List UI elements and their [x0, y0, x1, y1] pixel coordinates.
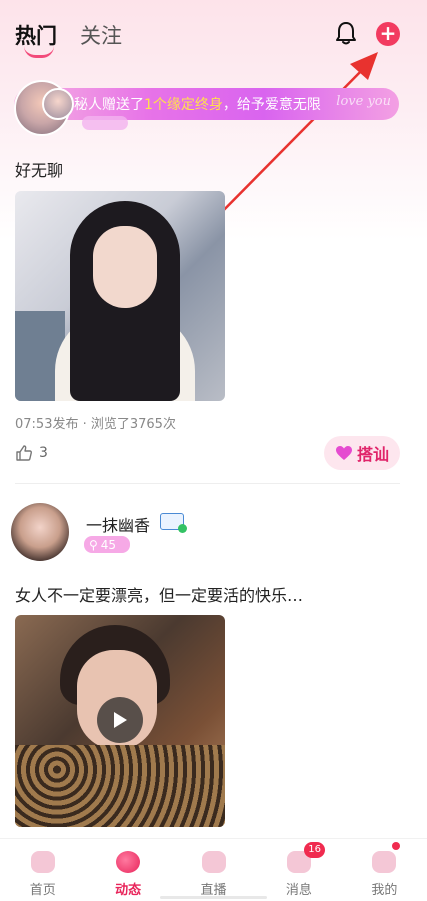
notification-dot [391, 842, 400, 850]
post1-text: 好无聊 [15, 161, 64, 180]
add-post-button[interactable]: + [376, 22, 400, 46]
message-count-badge: 16 [304, 842, 325, 858]
greet-button[interactable]: 搭讪 [324, 436, 400, 470]
banner-subtag [82, 116, 128, 130]
tabbar-label: 首页 [29, 883, 56, 898]
tabbar-label: 消息 [285, 883, 312, 898]
heart-home-icon [30, 851, 55, 873]
avatar[interactable] [11, 503, 69, 561]
ghost-icon [372, 851, 397, 873]
level-badge: ⚲ 45 [84, 536, 130, 553]
level-value: 45 [100, 537, 117, 552]
post-divider [15, 483, 400, 484]
tab-follow[interactable]: 关注 [80, 20, 122, 50]
tabbar-item-messages[interactable]: 16 消息 [256, 839, 341, 901]
post2-text: 女人不一定要漂亮，但一定要活的快乐… [15, 586, 304, 605]
post1-meta: 07:53发布 · 浏览了3765次 [15, 417, 176, 432]
bell-icon[interactable] [334, 20, 358, 46]
post1-like-count: 3 [39, 445, 48, 461]
post1-like-button[interactable]: 3 [15, 444, 48, 462]
banner-receiver-avatar [42, 88, 74, 120]
thumbs-up-icon [16, 445, 32, 461]
home-indicator [160, 896, 267, 899]
gift-suffix: ，给予爱意无限 [222, 97, 321, 113]
level-icon: ⚲ [89, 537, 98, 552]
post2-video[interactable] [15, 615, 225, 827]
heart-icon [335, 446, 352, 460]
tabbar-item-moments[interactable]: 动态 [85, 839, 170, 901]
id-verified-icon [160, 513, 187, 533]
post1-image[interactable] [15, 191, 225, 401]
gift-script-text: love you [336, 94, 391, 109]
tabbar-item-home[interactable]: 首页 [0, 839, 85, 901]
tabbar-label: 我的 [371, 883, 398, 898]
post2-username[interactable]: 一抹幽香 [86, 512, 150, 536]
tabbar-item-me[interactable]: 我的 [342, 839, 427, 901]
gift-action: 赠送了 [102, 97, 144, 113]
active-tab-indicator [24, 46, 54, 58]
tabbar-item-live[interactable]: 直播 [171, 839, 256, 901]
greet-label: 搭讪 [356, 445, 389, 464]
gift-sender: 秘人 [74, 97, 102, 113]
play-icon[interactable] [97, 697, 143, 743]
top-bar: 热门 关注 + [0, 0, 427, 70]
tabbar-label: 动态 [115, 883, 142, 898]
bottom-tab-bar: 首页 动态 直播 16 消息 我的 [0, 838, 427, 901]
video-camera-icon [201, 851, 226, 873]
planet-icon [116, 851, 141, 873]
gift-name: 1个缘定终身 [144, 97, 223, 113]
